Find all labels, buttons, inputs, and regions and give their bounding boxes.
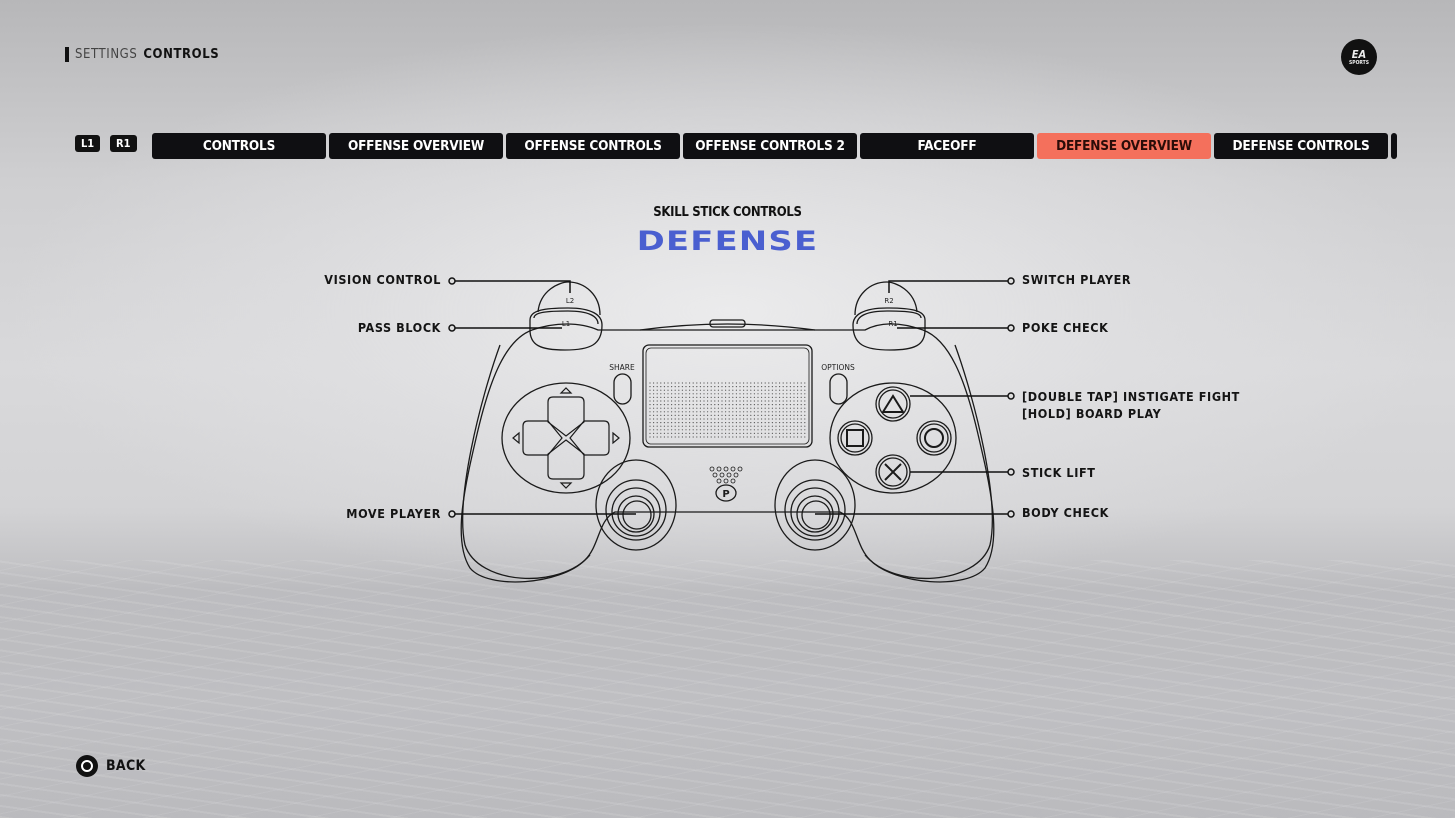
cross-icon — [884, 463, 902, 481]
l2-label: L2 — [566, 297, 574, 305]
label-pass-block: PASS BLOCK — [357, 320, 441, 335]
face-button-well — [829, 382, 957, 494]
label-vision-control: VISION CONTROL — [324, 272, 441, 287]
label-stick-lift: STICK LIFT — [1022, 465, 1096, 480]
triangle-button — [875, 386, 911, 422]
dpad-right — [569, 420, 610, 456]
square-button — [837, 420, 873, 456]
share-button — [613, 373, 632, 405]
l1-label: L1 — [562, 320, 570, 328]
label-body-check: BODY CHECK — [1022, 505, 1109, 520]
left-stick — [595, 459, 677, 551]
circle-button — [916, 420, 952, 456]
dpad-up — [547, 396, 585, 437]
circle-button-icon — [76, 755, 98, 777]
label-triangle-line2: [HOLD] BOARD PLAY — [1022, 406, 1162, 421]
ps-logo-icon: P — [722, 489, 729, 500]
label-move-player: MOVE PLAYER — [346, 506, 441, 521]
dpad — [512, 387, 620, 489]
usb-port — [709, 319, 746, 328]
back-label: BACK — [106, 758, 146, 774]
dpad-well — [501, 382, 631, 494]
cross-button — [875, 454, 911, 490]
back-button[interactable]: BACK — [76, 755, 146, 777]
controller-body-outline — [460, 323, 995, 583]
dpad-down — [547, 439, 585, 480]
controller-diagram: P L2 L1 R2 R1 SHARE OPTIONS — [448, 277, 1015, 583]
options-label: OPTIONS — [821, 363, 855, 372]
r2-label: R2 — [884, 297, 893, 305]
triangle-icon — [881, 394, 905, 413]
share-label: SHARE — [609, 363, 635, 372]
touchpad — [642, 344, 813, 448]
right-stick — [774, 459, 856, 551]
square-icon — [846, 429, 864, 447]
controller-grip-left — [462, 344, 591, 580]
options-button — [829, 373, 848, 405]
label-triangle-line1: [DOUBLE TAP] INSTIGATE FIGHT — [1022, 389, 1240, 404]
dpad-left — [522, 420, 563, 456]
touchpad-dots — [649, 382, 806, 438]
label-poke-check: POKE CHECK — [1022, 320, 1109, 335]
speaker-dots — [709, 466, 743, 484]
circle-icon — [924, 428, 944, 448]
r1-label: R1 — [888, 320, 897, 328]
label-switch-player: SWITCH PLAYER — [1022, 272, 1132, 287]
